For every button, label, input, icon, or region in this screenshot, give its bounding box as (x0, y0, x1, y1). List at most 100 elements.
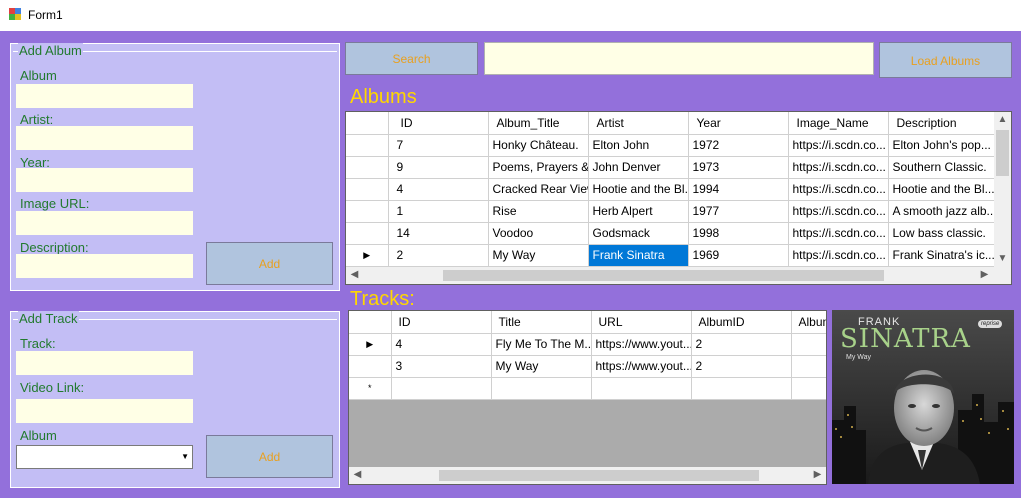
cell[interactable]: Godsmack (588, 222, 689, 245)
table-row[interactable]: 14 Voodoo Godsmack 1998 https://i.scdn.c… (346, 222, 997, 245)
table-row[interactable]: 4 Cracked Rear View Hootie and the Bl...… (346, 178, 997, 201)
cell[interactable]: 1998 (688, 222, 789, 245)
cell[interactable]: 7 (388, 134, 489, 157)
cell[interactable]: A smooth jazz alb... (888, 200, 997, 223)
cell[interactable] (591, 377, 692, 400)
cell[interactable]: 3 (391, 355, 492, 378)
cell[interactable]: Low bass classic. (888, 222, 997, 245)
search-button[interactable]: Search (345, 42, 478, 75)
album-select[interactable]: ▼ (16, 445, 193, 469)
cell[interactable]: Honky Château. (488, 134, 589, 157)
cell[interactable]: Hootie and the Bl... (588, 178, 689, 201)
new-row[interactable]: * (349, 377, 826, 400)
scroll-thumb[interactable] (439, 470, 759, 481)
tracks-grid[interactable]: ID Title URL AlbumID Album ▶ 4 Fly Me To… (348, 310, 827, 485)
cell[interactable]: 2 (691, 333, 792, 356)
current-row-indicator-icon[interactable]: ▶ (346, 244, 389, 267)
new-row-icon[interactable]: * (349, 377, 392, 400)
cell[interactable]: 4 (391, 333, 492, 356)
column-header-album[interactable]: Album (791, 311, 826, 334)
scroll-right-icon[interactable]: ▶ (809, 469, 826, 480)
cell[interactable] (791, 377, 826, 400)
image-url-input[interactable] (16, 211, 193, 235)
add-album-button[interactable]: Add (206, 242, 333, 285)
cell[interactable]: 14 (388, 222, 489, 245)
row-header[interactable] (346, 200, 389, 223)
row-header[interactable] (349, 355, 392, 378)
video-link-input[interactable] (16, 399, 193, 423)
cell[interactable]: My Way (488, 244, 589, 267)
cell[interactable]: Herb Alpert (588, 200, 689, 223)
cell[interactable]: 1972 (688, 134, 789, 157)
load-albums-button[interactable]: Load Albums (879, 42, 1012, 78)
row-header[interactable] (346, 156, 389, 179)
table-row[interactable]: 3 My Way https://www.yout... 2 (349, 355, 826, 378)
cell[interactable]: 2 (691, 355, 792, 378)
tracks-horizontal-scrollbar[interactable]: ◀ ▶ (349, 467, 826, 484)
cell[interactable] (391, 377, 492, 400)
album-input[interactable] (16, 84, 193, 108)
description-input[interactable] (16, 254, 193, 278)
cell[interactable]: https://i.scdn.co... (788, 178, 889, 201)
chevron-down-icon[interactable]: ▼ (181, 452, 189, 461)
column-header-album-id[interactable]: AlbumID (691, 311, 792, 334)
albums-horizontal-scrollbar[interactable]: ◀ ▶ (346, 267, 994, 284)
table-row[interactable]: 9 Poems, Prayers &... John Denver 1973 h… (346, 156, 997, 179)
cell[interactable] (491, 377, 592, 400)
scroll-thumb[interactable] (996, 130, 1009, 176)
cell[interactable]: https://www.yout... (591, 333, 692, 356)
cell[interactable]: Hootie and the Bl... (888, 178, 997, 201)
current-row-indicator-icon[interactable]: ▶ (349, 333, 392, 356)
cell[interactable]: https://i.scdn.co... (788, 156, 889, 179)
albums-grid[interactable]: ID Album_Title Artist Year Image_Name De… (345, 111, 1012, 285)
cell[interactable]: Voodoo (488, 222, 589, 245)
cell[interactable]: https://i.scdn.co... (788, 134, 889, 157)
column-header-artist[interactable]: Artist (588, 112, 689, 135)
cell[interactable]: My Way (491, 355, 592, 378)
cell[interactable]: https://www.yout... (591, 355, 692, 378)
cell[interactable]: https://i.scdn.co... (788, 244, 889, 267)
column-header-image-name[interactable]: Image_Name (788, 112, 889, 135)
cell[interactable] (691, 377, 792, 400)
cell[interactable]: 2 (388, 244, 489, 267)
column-header-url[interactable]: URL (591, 311, 692, 334)
track-input[interactable] (16, 351, 193, 375)
cell[interactable]: Cracked Rear View (488, 178, 589, 201)
column-header-year[interactable]: Year (688, 112, 789, 135)
cell[interactable]: Frank Sinatra's ic... (888, 244, 997, 267)
cell[interactable]: 4 (388, 178, 489, 201)
cell[interactable]: Fly Me To The M... (491, 333, 592, 356)
column-header-title[interactable]: Title (491, 311, 592, 334)
column-header-id[interactable]: ID (391, 311, 492, 334)
scroll-down-icon[interactable]: ▼ (994, 253, 1011, 264)
cell[interactable]: 1 (388, 200, 489, 223)
table-row[interactable]: 1 Rise Herb Alpert 1977 https://i.scdn.c… (346, 200, 997, 223)
cell[interactable]: 1969 (688, 244, 789, 267)
column-header-id[interactable]: ID (388, 112, 489, 135)
column-header-album-title[interactable]: Album_Title (488, 112, 589, 135)
scroll-left-icon[interactable]: ◀ (346, 269, 363, 280)
artist-input[interactable] (16, 126, 193, 150)
table-row[interactable]: 7 Honky Château. Elton John 1972 https:/… (346, 134, 997, 157)
cell[interactable]: Rise (488, 200, 589, 223)
cell[interactable]: 9 (388, 156, 489, 179)
cell[interactable]: https://i.scdn.co... (788, 222, 889, 245)
cell[interactable]: 1973 (688, 156, 789, 179)
selected-cell[interactable]: Frank Sinatra (588, 244, 689, 267)
table-row-current[interactable]: ▶ 2 My Way Frank Sinatra 1969 https://i.… (346, 244, 997, 267)
cell[interactable] (791, 333, 826, 356)
table-row-current[interactable]: ▶ 4 Fly Me To The M... https://www.yout.… (349, 333, 826, 356)
cell[interactable]: https://i.scdn.co... (788, 200, 889, 223)
cell[interactable]: Southern Classic. (888, 156, 997, 179)
column-header-description[interactable]: Description (888, 112, 997, 135)
row-header[interactable] (346, 134, 389, 157)
scroll-thumb[interactable] (443, 270, 884, 281)
scroll-left-icon[interactable]: ◀ (349, 469, 366, 480)
cell[interactable]: John Denver (588, 156, 689, 179)
search-input[interactable] (484, 42, 874, 75)
cell[interactable] (791, 355, 826, 378)
add-track-button[interactable]: Add (206, 435, 333, 478)
cell[interactable]: Poems, Prayers &... (488, 156, 589, 179)
cell[interactable]: 1994 (688, 178, 789, 201)
albums-vertical-scrollbar[interactable]: ▲ ▼ (994, 112, 1011, 267)
